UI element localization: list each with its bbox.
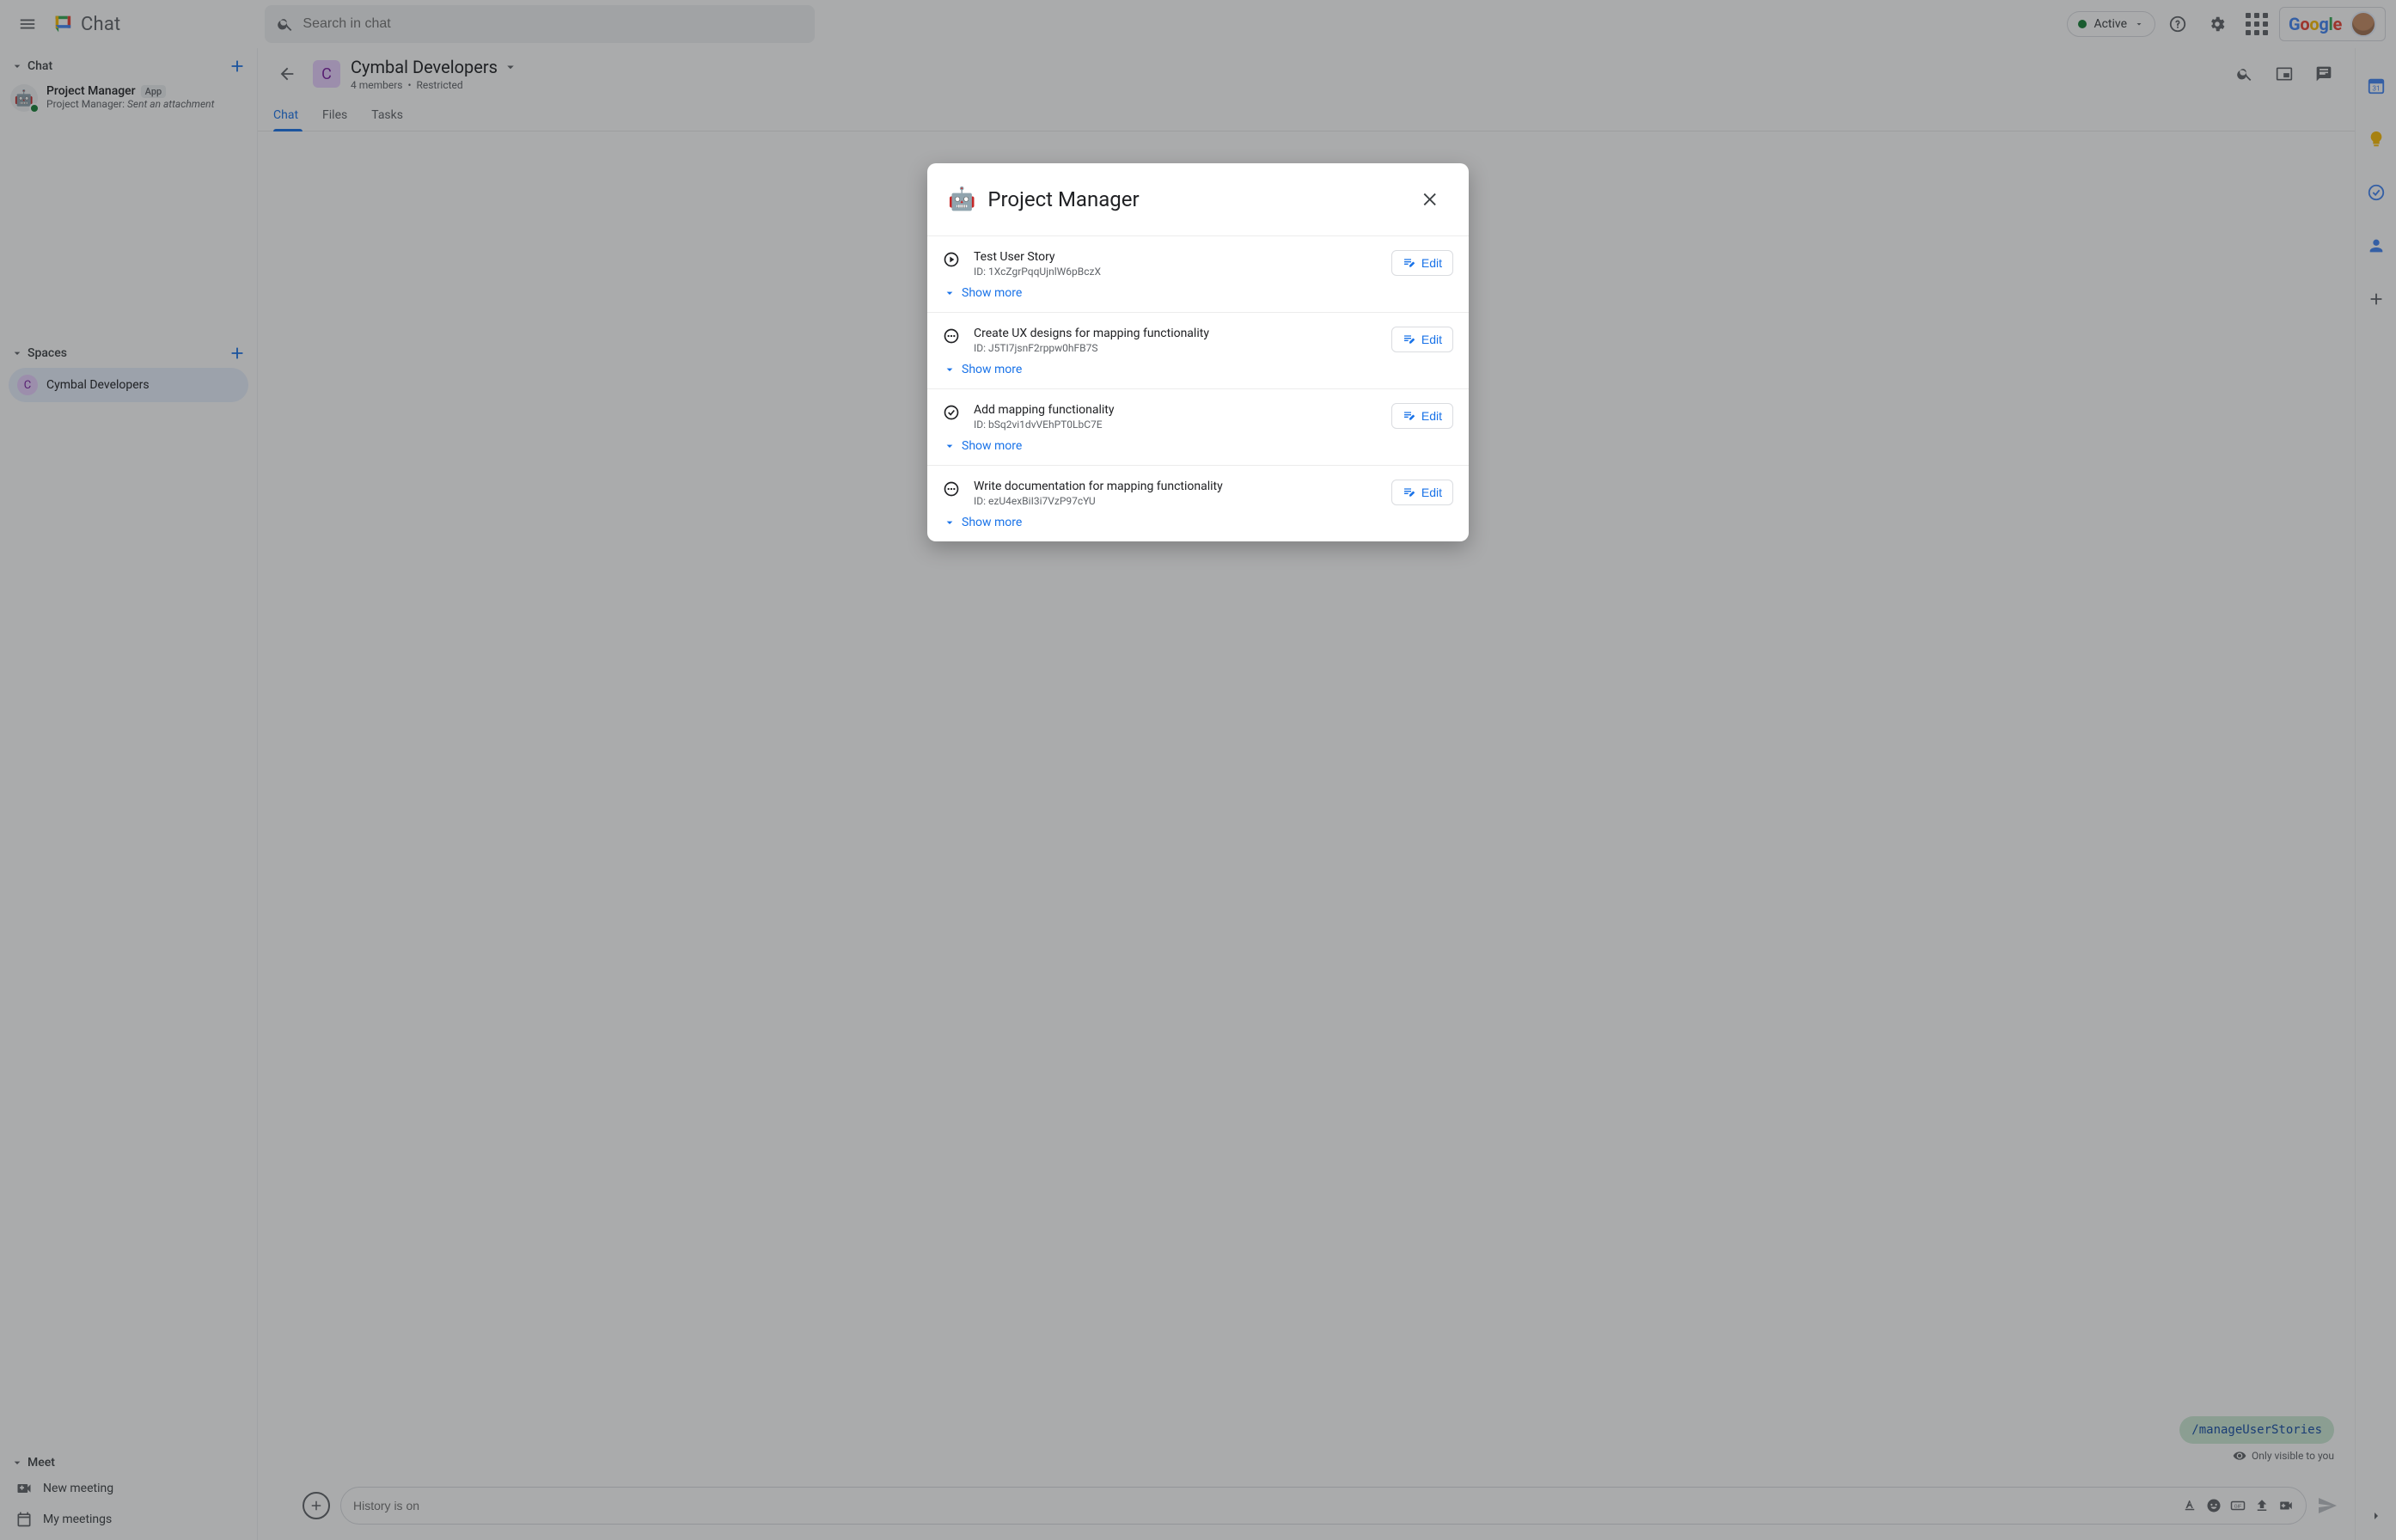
edit-note-icon: [1403, 256, 1416, 270]
edit-button[interactable]: Edit: [1391, 480, 1453, 505]
story-item: Write documentation for mapping function…: [927, 465, 1469, 541]
chevron-down-icon: [943, 516, 957, 529]
show-more-button[interactable]: Show more: [943, 286, 1453, 300]
story-title: Add mapping functionality: [974, 403, 1379, 417]
status-pending-icon: [943, 480, 962, 499]
story-title: Create UX designs for mapping functional…: [974, 327, 1379, 340]
edit-button[interactable]: Edit: [1391, 403, 1453, 429]
show-more-button[interactable]: Show more: [943, 363, 1453, 376]
edit-note-icon: [1403, 486, 1416, 499]
story-id: ID: bSq2vi1dvVEhPT0LbC7E: [974, 419, 1379, 431]
story-item: Create UX designs for mapping functional…: [927, 312, 1469, 388]
story-id: ID: 1XcZgrPqqUjnlW6pBczX: [974, 266, 1379, 278]
story-item: Add mapping functionality ID: bSq2vi1dvVE…: [927, 388, 1469, 465]
story-title: Test User Story: [974, 250, 1379, 264]
status-play-icon: [943, 251, 962, 270]
chevron-down-icon: [943, 439, 957, 453]
close-icon: [1421, 190, 1440, 209]
show-more-button[interactable]: Show more: [943, 516, 1453, 529]
story-item: Test User Story ID: 1XcZgrPqqUjnlW6pBczX E…: [927, 236, 1469, 312]
robot-icon: 🤖: [948, 186, 975, 212]
edit-button[interactable]: Edit: [1391, 327, 1453, 352]
status-pending-icon: [943, 327, 962, 346]
chevron-down-icon: [943, 363, 957, 376]
story-title: Write documentation for mapping function…: [974, 480, 1379, 493]
project-manager-card: 🤖 Project Manager Test User Story ID: 1Xc…: [927, 163, 1469, 541]
edit-button[interactable]: Edit: [1391, 250, 1453, 276]
story-id: ID: ezU4exBiI3i7VzP97cYU: [974, 495, 1379, 507]
show-more-button[interactable]: Show more: [943, 439, 1453, 453]
status-done-icon: [943, 404, 962, 423]
card-title: Project Manager: [987, 187, 1139, 211]
edit-note-icon: [1403, 333, 1416, 346]
story-id: ID: J5TI7jsnF2rppw0hFB7S: [974, 342, 1379, 354]
modal-scrim[interactable]: 🤖 Project Manager Test User Story ID: 1Xc…: [0, 0, 2396, 1540]
chevron-down-icon: [943, 286, 957, 300]
edit-note-icon: [1403, 409, 1416, 423]
close-button[interactable]: [1414, 182, 1448, 217]
